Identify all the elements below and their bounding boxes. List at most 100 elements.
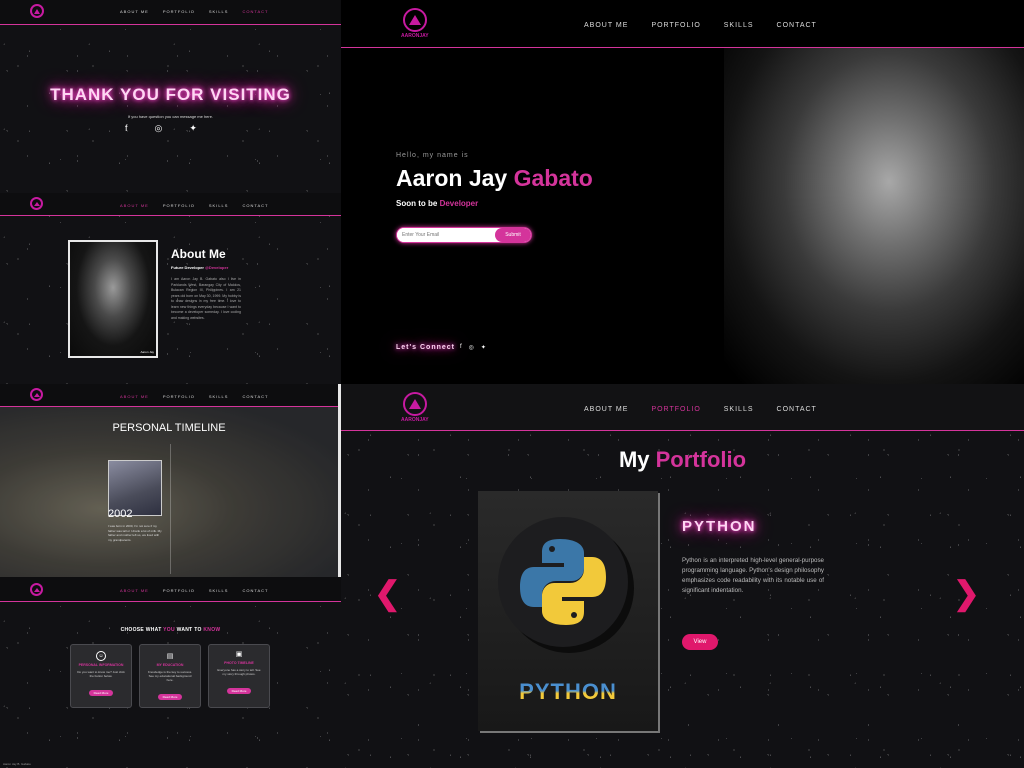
choose-you: YOU	[163, 627, 175, 633]
card-read-more-button[interactable]: Read More	[88, 690, 114, 696]
python-logo-text: PYTHON	[478, 679, 658, 705]
hero-tagline: Soon to be Developer	[396, 199, 478, 208]
brand-logo[interactable]	[30, 197, 43, 210]
top-nav: ABOUT ME PORTFOLIO SKILLS CONTACT	[0, 0, 341, 25]
thank-you-panel: ABOUT ME PORTFOLIO SKILLS CONTACT THANK …	[0, 0, 341, 193]
brand-text: AARONJAY	[401, 417, 429, 423]
photo-icon: ▣	[235, 651, 243, 658]
nav-portfolio[interactable]: PORTFOLIO	[651, 406, 700, 413]
nav-portfolio[interactable]: PORTFOLIO	[651, 22, 700, 29]
nav-contact[interactable]: CONTACT	[242, 588, 268, 593]
portfolio-title: My Portfolio	[341, 447, 1024, 473]
nav-about[interactable]: ABOUT ME	[120, 394, 149, 399]
timeline-title: PERSONAL TIMELINE	[112, 422, 226, 434]
thank-you-subtitle: If you have question you can message me …	[127, 114, 214, 119]
email-form: Submit	[396, 227, 532, 243]
nav-portfolio[interactable]: PORTFOLIO	[163, 588, 195, 593]
hero-portrait	[724, 47, 1024, 384]
card-title: PHOTO TIMELINE	[224, 661, 254, 665]
nav-about[interactable]: ABOUT ME	[584, 22, 628, 29]
profile-photo-card: Aaron Jay	[68, 240, 158, 358]
hero-social-links: f ◎ ✦	[460, 344, 486, 351]
nav-skills[interactable]: SKILLS	[209, 9, 229, 14]
card-read-more-button[interactable]: Read More	[226, 688, 252, 694]
top-nav: ABOUT ME PORTFOLIO SKILLS CONTACT	[0, 577, 341, 602]
info-card-education[interactable]: ▤ MY EDUCATION Knowledge is the key to s…	[139, 644, 201, 708]
card-read-more-button[interactable]: Read More	[157, 694, 183, 700]
nav-about[interactable]: ABOUT ME	[584, 406, 628, 413]
about-bio: I am Aaron Jay B. Gabato also I live in …	[171, 277, 241, 320]
logo-icon	[30, 197, 43, 210]
top-nav: ABOUT ME PORTFOLIO SKILLS CONTACT	[0, 193, 341, 216]
about-role: Future Developer @Developer	[171, 265, 228, 270]
twitter-icon[interactable]: ✦	[189, 123, 197, 134]
nav-skills[interactable]: SKILLS	[209, 588, 229, 593]
prev-arrow-icon[interactable]: ❮	[374, 574, 401, 612]
brand-logo[interactable]	[30, 583, 43, 596]
choose-pre: CHOOSE WHAT	[120, 627, 164, 633]
timeline-year: 2002	[108, 508, 133, 520]
about-me-panel: ABOUT ME PORTFOLIO SKILLS CONTACT Aaron …	[0, 193, 341, 384]
project-description: Python is an interpreted high-level gene…	[682, 557, 824, 594]
nav-skills[interactable]: SKILLS	[724, 406, 754, 413]
nav-contact[interactable]: CONTACT	[242, 9, 268, 14]
nav-about[interactable]: ABOUT ME	[120, 588, 149, 593]
connect-label: Let's Connect	[396, 344, 456, 351]
portfolio-title-accent: Portfolio	[655, 447, 747, 472]
logo-icon	[402, 8, 427, 32]
top-nav: AARONJAY ABOUT ME PORTFOLIO SKILLS CONTA…	[341, 384, 1024, 431]
facebook-icon[interactable]: f	[125, 123, 128, 134]
hero-last-name: Gabato	[513, 165, 593, 191]
nav-links: ABOUT ME PORTFOLIO SKILLS CONTACT	[584, 22, 817, 29]
choose-heading: CHOOSE WHAT YOU WANT TO KNOW	[0, 627, 341, 633]
book-icon: ▤	[166, 653, 174, 660]
brand-logo[interactable]	[30, 4, 44, 18]
nav-portfolio[interactable]: PORTFOLIO	[163, 394, 195, 399]
top-nav: AARONJAY ABOUT ME PORTFOLIO SKILLS CONTA…	[341, 0, 1024, 48]
tagline-pre: Soon to be	[396, 199, 440, 208]
brand-logo[interactable]	[30, 388, 43, 401]
logo-icon	[402, 392, 427, 416]
submit-button[interactable]: Submit	[495, 228, 531, 242]
card-title: MY EDUCATION	[156, 663, 184, 667]
portfolio-panel: AARONJAY ABOUT ME PORTFOLIO SKILLS CONTA…	[341, 384, 1024, 768]
timeline-panel: ABOUT ME PORTFOLIO SKILLS CONTACT PERSON…	[0, 384, 341, 577]
hero-name: Aaron Jay Gabato	[396, 165, 593, 192]
nav-skills[interactable]: SKILLS	[209, 203, 229, 208]
twitter-icon[interactable]: ✦	[481, 344, 486, 351]
nav-contact[interactable]: CONTACT	[777, 406, 817, 413]
brand-logo[interactable]: AARONJAY	[401, 8, 429, 39]
role-handle: @Developer	[205, 265, 229, 270]
logo-icon	[30, 583, 43, 596]
info-card-personal[interactable]: ☺ PERSONAL INFORMATION Do you want to kn…	[70, 644, 132, 708]
instagram-icon[interactable]: ◎	[155, 123, 163, 134]
project-title: PYTHON	[682, 518, 757, 535]
python-logo-icon	[498, 517, 628, 647]
nav-contact[interactable]: CONTACT	[242, 203, 268, 208]
brand-logo[interactable]: AARONJAY	[401, 392, 429, 423]
nav-contact[interactable]: CONTACT	[777, 22, 817, 29]
next-arrow-icon[interactable]: ❯	[953, 574, 980, 612]
nav-contact[interactable]: CONTACT	[242, 394, 268, 399]
nav-about[interactable]: ABOUT ME	[120, 203, 149, 208]
role-text: Future Developer	[171, 265, 204, 270]
facebook-icon[interactable]: f	[460, 344, 462, 351]
nav-skills[interactable]: SKILLS	[724, 22, 754, 29]
nav-links: ABOUT ME PORTFOLIO SKILLS CONTACT	[120, 9, 269, 14]
info-card-timeline[interactable]: ▣ PHOTO TIMELINE Everyone has a story to…	[208, 644, 270, 708]
card-text: Do you want to know me? Just click the b…	[77, 670, 125, 678]
email-input[interactable]	[397, 228, 495, 242]
nav-about[interactable]: ABOUT ME	[120, 9, 149, 14]
nav-skills[interactable]: SKILLS	[209, 394, 229, 399]
tagline-role: Developer	[439, 199, 479, 208]
about-title: About Me	[171, 247, 226, 261]
photo-caption: Aaron Jay	[140, 350, 154, 354]
timeline-line	[170, 444, 171, 574]
nav-portfolio[interactable]: PORTFOLIO	[163, 9, 195, 14]
logo-icon	[30, 4, 44, 18]
nav-portfolio[interactable]: PORTFOLIO	[163, 203, 195, 208]
view-button[interactable]: View	[682, 634, 718, 650]
logo-icon	[30, 388, 43, 401]
instagram-icon[interactable]: ◎	[469, 344, 474, 351]
social-links: f ◎ ✦	[125, 123, 197, 134]
